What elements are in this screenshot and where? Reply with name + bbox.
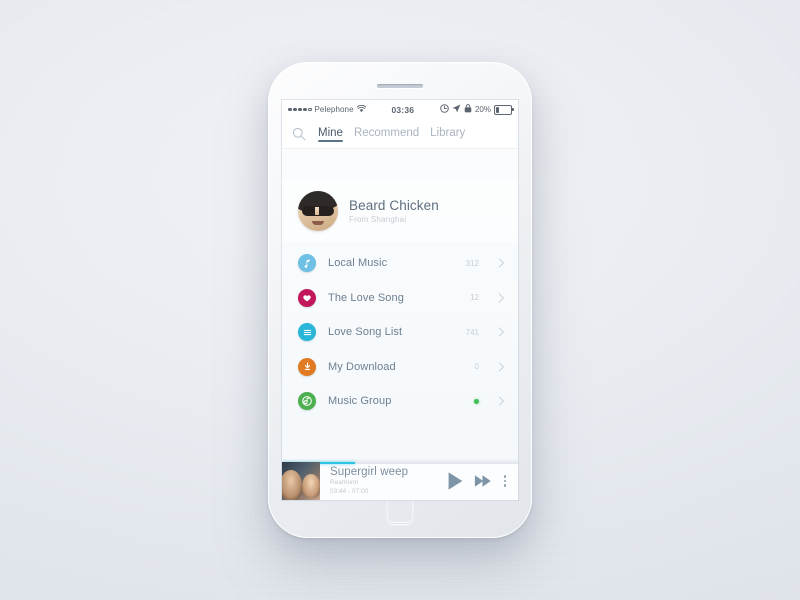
download-icon [298, 357, 316, 376]
more-vertical-icon[interactable] [500, 475, 511, 487]
location-arrow-icon [452, 104, 461, 115]
alarm-clock-icon [440, 104, 449, 115]
earpiece-speaker [377, 84, 423, 88]
top-navigation-bar: Mine Recommend Library [282, 119, 518, 149]
now-playing-bar: Supergirl weep Reamonn 03:44 - 07:00 [282, 462, 518, 500]
album-art-figure-left [282, 470, 302, 500]
avatar-mouth [312, 221, 324, 225]
profile-header[interactable]: Beard Chicken From Shanghai [282, 180, 518, 242]
chevron-right-icon [498, 258, 505, 268]
playlist-icon [298, 323, 316, 342]
list-item-label: My Download [328, 360, 396, 373]
list-item-count: 0 [474, 362, 479, 372]
battery-icon [494, 104, 514, 115]
list-item-label: Music Group [328, 395, 392, 408]
carrier-label: Pelephone [314, 105, 354, 114]
track-info: Supergirl weep Reamonn 03:44 - 07:00 [328, 466, 436, 497]
search-icon[interactable] [291, 126, 307, 142]
list-item-count: 12 [470, 293, 479, 303]
track-artist: Reamonn [330, 478, 359, 486]
status-badge [474, 398, 479, 404]
music-group-icon [298, 392, 316, 411]
album-artwork[interactable] [282, 462, 320, 500]
status-bar: Pelephone 03:36 20% [282, 100, 518, 119]
profile-text: Beard Chicken From Shanghai [349, 198, 439, 224]
avatar[interactable] [298, 191, 338, 231]
list-item-music-group[interactable]: Music Group [282, 384, 518, 419]
chevron-right-icon [498, 293, 505, 303]
rotation-lock-icon [464, 104, 472, 115]
next-track-icon[interactable] [474, 473, 492, 489]
list-item-count: 741 [465, 327, 479, 337]
status-bar-left: Pelephone [288, 104, 366, 115]
tab-mine[interactable]: Mine [318, 127, 343, 142]
list-item-the-love-song[interactable]: The Love Song 12 [282, 281, 518, 316]
library-list: Local Music 312 The Love Song 12 Love So… [282, 242, 518, 419]
avatar-sunglasses [302, 206, 334, 216]
phone-screen: Pelephone 03:36 20% Mine Recommend Libra… [282, 100, 518, 500]
signal-strength-icon [288, 107, 312, 112]
list-item-local-music[interactable]: Local Music 312 [282, 246, 518, 281]
profile-location: From Shanghai [349, 215, 407, 224]
chevron-right-icon [498, 327, 505, 337]
list-item-label: The Love Song [328, 291, 404, 304]
tab-recommend[interactable]: Recommend [354, 127, 419, 141]
tab-library[interactable]: Library [430, 127, 465, 141]
profile-name: Beard Chicken [349, 198, 439, 213]
play-icon[interactable] [444, 470, 466, 492]
phone-device: Pelephone 03:36 20% Mine Recommend Libra… [268, 62, 532, 538]
list-item-label: Love Song List [328, 326, 403, 339]
chevron-right-icon [498, 396, 505, 406]
album-art-figure-right [302, 474, 320, 498]
battery-percent-label: 20% [474, 105, 491, 114]
list-item-love-song-list[interactable]: Love Song List 741 [282, 315, 518, 350]
chevron-right-icon [498, 362, 505, 372]
heart-icon [298, 288, 316, 307]
list-item-my-download[interactable]: My Download 0 [282, 350, 518, 385]
desktop-backdrop: Pelephone 03:36 20% Mine Recommend Libra… [0, 0, 800, 600]
list-item-count: 312 [465, 258, 479, 268]
content-top-spacer [282, 149, 518, 180]
status-bar-clock: 03:36 [391, 104, 415, 115]
list-item-label: Local Music [328, 257, 388, 270]
status-bar-right: 20% [440, 104, 514, 115]
track-title: Supergirl weep [330, 465, 409, 478]
wifi-icon [356, 104, 366, 115]
music-note-icon [298, 254, 316, 273]
track-time: 03:44 - 07:00 [330, 488, 369, 496]
app-content: Beard Chicken From Shanghai Local Music [282, 149, 518, 500]
tab-list: Mine Recommend Library [318, 127, 465, 142]
